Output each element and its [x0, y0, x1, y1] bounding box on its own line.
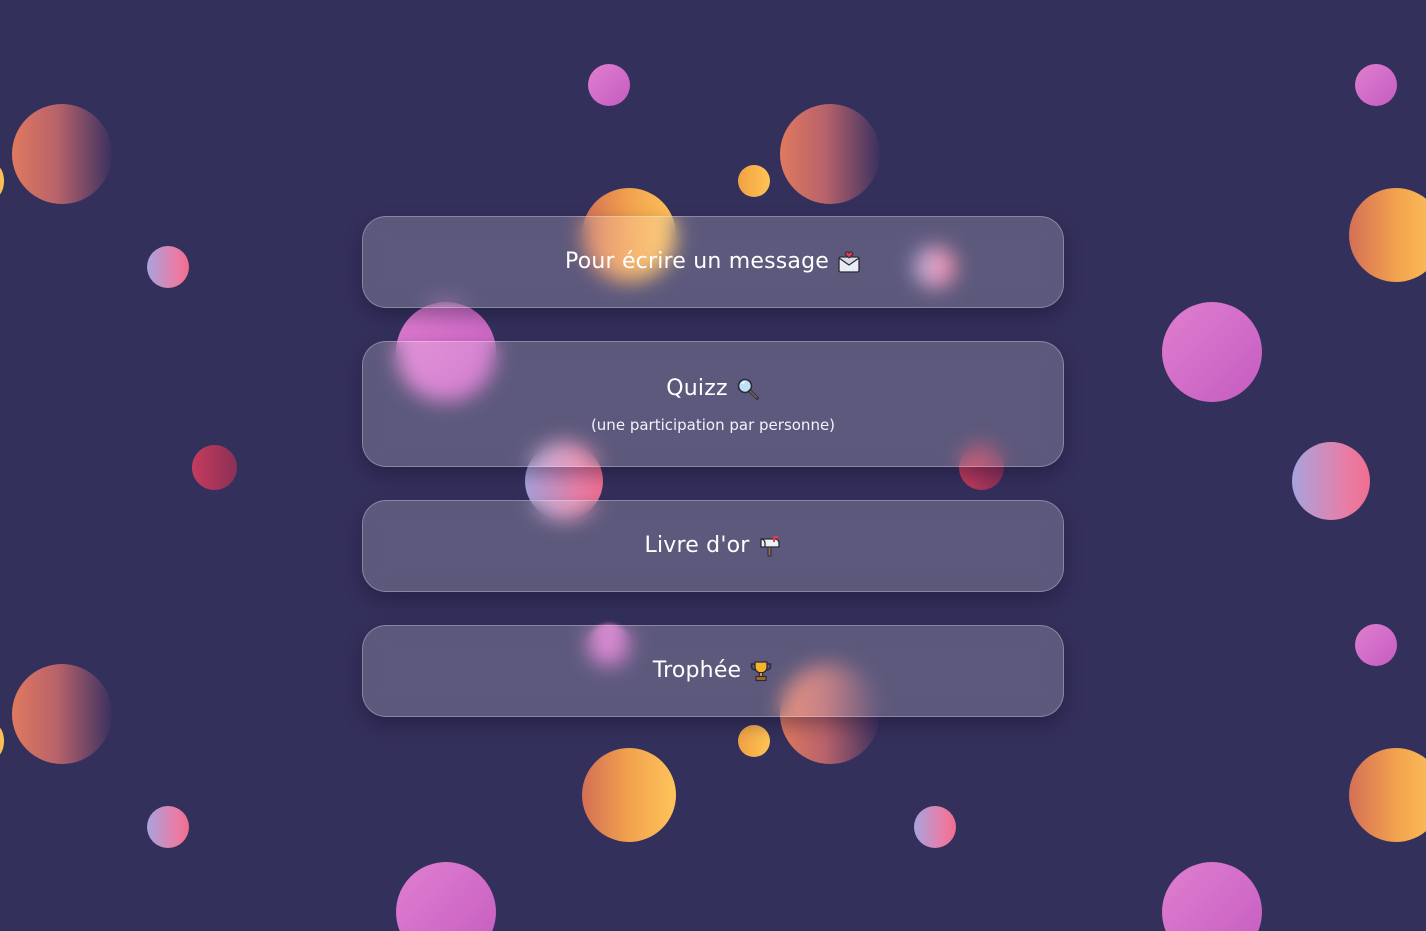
decorative-bubble: [1292, 442, 1370, 520]
trophy-icon: [749, 659, 773, 683]
decorative-bubble: [0, 725, 4, 757]
decorative-bubble: [1355, 624, 1397, 666]
decorative-bubble: [588, 64, 630, 106]
guestbook-button[interactable]: Livre d'or: [362, 500, 1064, 592]
decorative-bubble: [1162, 862, 1262, 931]
quiz-subtitle: (une participation par personne): [590, 415, 836, 434]
quiz-label: Quizz: [666, 375, 728, 401]
magnifying-glass-icon: [736, 377, 760, 401]
guestbook-label: Livre d'or: [644, 533, 750, 558]
write-message-title: Pour écrire un message: [565, 248, 861, 276]
decorative-bubble: [914, 806, 956, 848]
trophy-label: Trophée: [652, 658, 742, 683]
write-message-button[interactable]: Pour écrire un message: [362, 216, 1064, 308]
trophy-button[interactable]: Trophée: [362, 625, 1064, 717]
decorative-bubble: [192, 445, 237, 490]
decorative-bubble: [12, 104, 112, 204]
trophy-title: Trophée: [653, 657, 774, 685]
decorative-bubble: [1162, 302, 1262, 402]
decorative-bubble: [147, 806, 189, 848]
quiz-button[interactable]: Quizz (une participation par personne): [362, 341, 1064, 467]
write-message-label: Pour écrire un message: [565, 249, 829, 274]
mailbox-icon: [758, 534, 782, 558]
love-letter-icon: [837, 250, 861, 274]
decorative-bubble: [396, 862, 496, 931]
decorative-bubble: [1355, 64, 1397, 106]
decorative-bubble: [1349, 748, 1426, 842]
decorative-bubble: [147, 246, 189, 288]
decorative-bubble: [738, 165, 770, 197]
quiz-title: Quizz: [666, 375, 759, 403]
main-menu: Pour écrire un message Quizz (une partic…: [362, 216, 1064, 750]
decorative-bubble: [0, 165, 4, 197]
decorative-bubble: [780, 104, 880, 204]
decorative-bubble: [12, 664, 112, 764]
page-background: Pour écrire un message Quizz (une partic…: [0, 0, 1426, 931]
decorative-bubble: [1349, 188, 1426, 282]
decorative-bubble: [582, 748, 676, 842]
guestbook-title: Livre d'or: [645, 532, 782, 560]
